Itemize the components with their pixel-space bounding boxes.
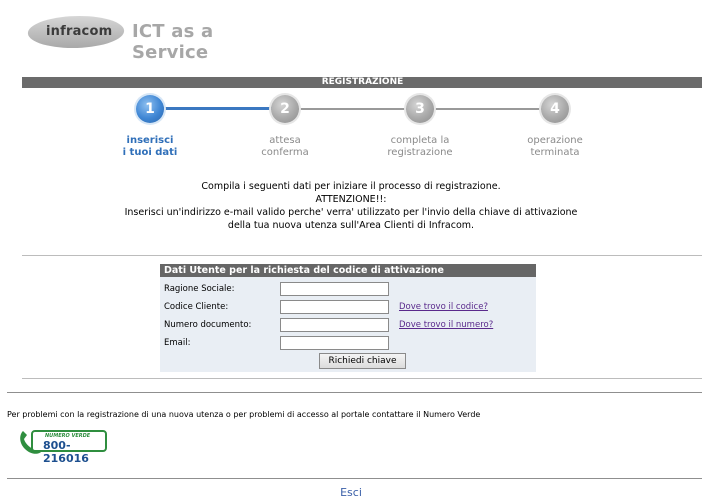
step-3-label: completa la registrazione xyxy=(370,135,470,159)
step-4-circle: 4 xyxy=(541,95,569,123)
divider-logout xyxy=(7,478,702,479)
codice-cliente-label: Codice Cliente: xyxy=(164,302,229,312)
step-2-label-line1: attesa xyxy=(269,135,301,146)
intro-line-1: Compila i seguenti dati per iniziare il … xyxy=(201,181,501,192)
step-3-circle: 3 xyxy=(406,95,434,123)
step-3-label-line1: completa la xyxy=(390,135,450,146)
step-connector-1 xyxy=(163,107,273,110)
form-row-codice-cliente: Codice Cliente: Dove trovo il codice? xyxy=(160,300,536,316)
registration-intro: Compila i seguenti dati per iniziare il … xyxy=(0,180,702,232)
intro-line-4: della tua nuova utenza sull'Area Clienti… xyxy=(227,220,475,231)
step-connector-2 xyxy=(298,108,408,110)
registration-title-bar: REGISTRAZIONE xyxy=(22,77,702,88)
step-1-label-line1: inserisci xyxy=(126,135,174,146)
logo-text: infracom xyxy=(46,24,113,39)
registration-steps: 1 2 3 4 inserisci i tuoi dati attesa con… xyxy=(0,95,702,165)
email-label: Email: xyxy=(164,338,191,348)
divider-top xyxy=(22,255,702,256)
numero-documento-label: Numero documento: xyxy=(164,320,252,330)
where-find-number-link[interactable]: Dove trovo il numero? xyxy=(399,320,493,330)
numero-documento-input[interactable] xyxy=(280,318,389,332)
support-help-text: Per problemi con la registrazione di una… xyxy=(7,410,481,419)
form-row-numero-documento: Numero documento: Dove trovo il numero? xyxy=(160,318,536,334)
step-2-circle: 2 xyxy=(271,95,299,123)
step-3-label-line2: registrazione xyxy=(387,147,453,158)
email-input[interactable] xyxy=(280,336,389,350)
step-1-label: inserisci i tuoi dati xyxy=(100,135,200,159)
step-connector-3 xyxy=(433,108,543,110)
ragione-sociale-input[interactable] xyxy=(280,282,389,296)
infracom-logo: infracom ICT as a Service xyxy=(24,14,258,63)
form-title: Dati Utente per la richiesta del codice … xyxy=(160,264,536,277)
step-1-label-line2: i tuoi dati xyxy=(122,147,178,158)
codice-cliente-input[interactable] xyxy=(280,300,389,314)
intro-line-2: ATTENZIONE!!: xyxy=(315,194,387,205)
activation-request-form: Dati Utente per la richiesta del codice … xyxy=(160,264,536,372)
divider-bottom xyxy=(22,378,702,379)
request-key-button[interactable]: Richiedi chiave xyxy=(319,353,406,369)
numero-verde-logo[interactable]: NUMERO VERDE 800-216016 xyxy=(17,425,109,465)
step-2-label: attesa conferma xyxy=(235,135,335,159)
step-4-label-line2: terminata xyxy=(530,147,580,158)
numero-verde-number: 800-216016 xyxy=(43,439,89,465)
step-4-label-line1: operazione xyxy=(527,135,583,146)
step-1-circle: 1 xyxy=(136,95,164,123)
logout-link[interactable]: Esci xyxy=(0,486,702,499)
step-4-label: operazione terminata xyxy=(505,135,605,159)
numero-verde-badge: NUMERO VERDE 800-216016 xyxy=(31,430,107,465)
form-row-ragione-sociale: Ragione Sociale: xyxy=(160,282,536,298)
ragione-sociale-label: Ragione Sociale: xyxy=(164,284,235,294)
logo-tagline: ICT as a Service xyxy=(132,21,214,63)
form-row-email: Email: xyxy=(160,336,536,352)
step-2-label-line2: conferma xyxy=(261,147,309,158)
divider-footer xyxy=(7,392,702,393)
where-find-code-link[interactable]: Dove trovo il codice? xyxy=(399,302,488,312)
intro-line-3: Inserisci un'indirizzo e-mail valido per… xyxy=(124,207,578,218)
